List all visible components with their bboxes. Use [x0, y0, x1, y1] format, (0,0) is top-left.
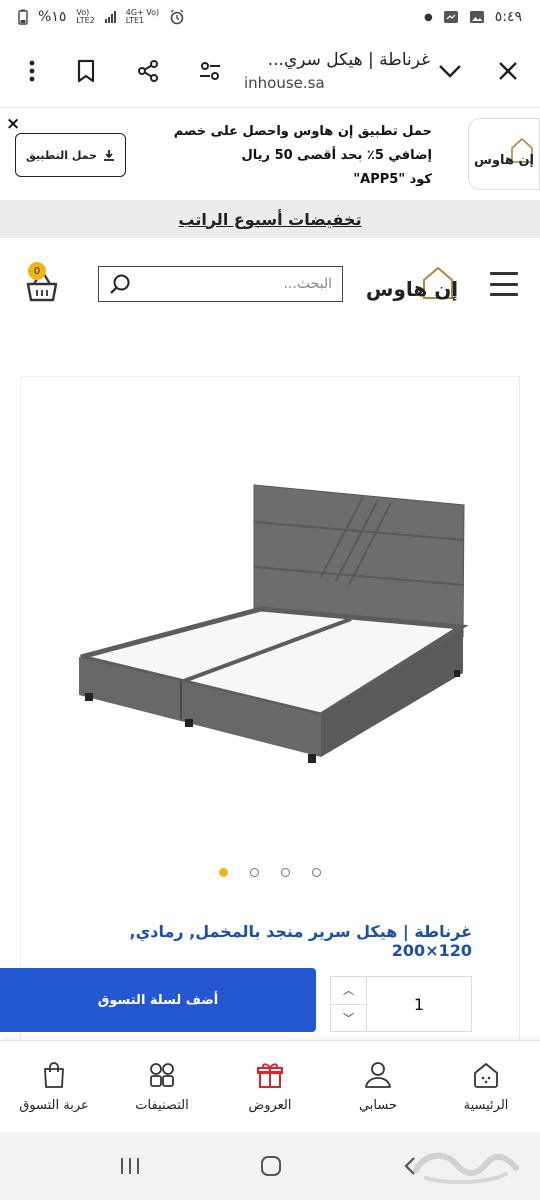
tab-offers-label: العروض [248, 1098, 292, 1113]
status-bar-right: ● ٥:٤٩ [424, 9, 522, 25]
bookmark-icon [77, 59, 95, 82]
search-box[interactable] [98, 266, 343, 302]
quantity-value[interactable]: 1 [367, 977, 471, 1031]
banner-line-1: حمل تطبيق إن هاوس واحصل على خصم [173, 124, 432, 139]
alarm-icon [170, 9, 184, 25]
site-settings-button[interactable] [190, 51, 230, 91]
address-bar[interactable]: غرناطة | هيكل سري... inhouse.sa [230, 50, 430, 92]
tab-account-label: حسابي [358, 1098, 398, 1113]
status-bar: %١٥ Vo) LTE2 4G+ Vo) LTE1 ● ٥:٤٩ [0, 0, 540, 34]
banner-line-2: إضافي 5٪ بحد أقصى 50 ريال [241, 148, 433, 163]
quantity-increment-button[interactable]: ︿ [331, 977, 366, 1005]
tab-categories[interactable]: التصنيفات [108, 1041, 216, 1132]
site-logo[interactable]: إن هاوس [360, 262, 464, 306]
grid-icon [150, 1063, 174, 1087]
home-icon [474, 1063, 498, 1088]
page: %١٥ Vo) LTE2 4G+ Vo) LTE1 ● ٥:٤٩ غرناطة | … [0, 0, 540, 1200]
tab-offers[interactable]: العروض [216, 1041, 324, 1132]
cart-button[interactable]: 0 [22, 262, 62, 306]
page-tab-title: غرناطة | هيكل سري... [267, 49, 430, 70]
chevron-down-icon [439, 64, 461, 78]
tab-home-label: الرئيسية [463, 1098, 509, 1113]
bottom-tab-bar: عربة التسوق التصنيفات العروض حسابي الرئي… [0, 1040, 540, 1132]
carousel-dot[interactable] [250, 868, 259, 877]
expand-button[interactable] [430, 51, 470, 91]
banner-line-3: كود "APP5" [353, 172, 432, 187]
bag-icon [44, 1062, 64, 1088]
sim1-label: Vo) LTE2 [76, 9, 94, 25]
recent-apps-icon[interactable] [119, 1156, 141, 1176]
clock: ٥:٤٩ [494, 9, 522, 25]
gallery-icon [469, 11, 484, 23]
carousel-dot[interactable] [219, 868, 228, 877]
more-vertical-icon [29, 60, 35, 81]
tab-home[interactable]: الرئيسية [432, 1041, 540, 1132]
share-button[interactable] [128, 51, 168, 91]
dot-icon: ● [423, 11, 433, 23]
carousel-dot[interactable] [281, 868, 290, 877]
download-app-label: حمل التطبيق [26, 148, 97, 162]
inhouse-logo-icon: إن هاوس [474, 137, 534, 168]
carousel-dot[interactable] [312, 868, 321, 877]
user-icon [365, 1062, 391, 1088]
hamburger-menu-button[interactable] [490, 272, 518, 296]
product-image[interactable] [71, 467, 471, 807]
quantity-stepper[interactable]: ︿ ﹀ 1 [330, 976, 472, 1032]
svg-text:إن هاوس: إن هاوس [474, 153, 534, 168]
menu-more-button[interactable] [12, 51, 52, 91]
share-icon [138, 59, 158, 82]
promo-banner-link[interactable]: تخفيضات أسبوع الراتب [0, 200, 540, 238]
bookmark-button[interactable] [66, 51, 106, 91]
search-icon[interactable] [109, 273, 131, 295]
svg-text:إن هاوس: إن هاوس [366, 277, 458, 301]
quantity-buttons: ︿ ﹀ [331, 977, 367, 1031]
tab-cart-label: عربة التسوق [19, 1098, 89, 1113]
download-app-button[interactable]: حمل التطبيق [15, 133, 126, 177]
tab-cart[interactable]: عربة التسوق [0, 1041, 108, 1132]
menu-line-icon [490, 272, 518, 275]
notification-icon [443, 11, 458, 23]
cart-count-badge: 0 [28, 262, 46, 280]
download-icon [103, 150, 114, 161]
url-domain: inhouse.sa [244, 73, 325, 92]
tune-icon [200, 61, 220, 80]
search-input[interactable] [131, 276, 332, 292]
quantity-decrement-button[interactable]: ﹀ [331, 1005, 366, 1032]
battery-percent: %١٥ [38, 9, 67, 25]
signal-icon [104, 11, 116, 23]
status-bar-left: %١٥ Vo) LTE2 4G+ Vo) LTE1 [18, 9, 185, 25]
sim2-label: 4G+ Vo) LTE1 [126, 9, 159, 25]
product-title: غرناطة | هيكل سرير منجد بالمخمل, رمادي, … [129, 922, 472, 960]
tab-categories-label: التصنيفات [135, 1098, 189, 1113]
app-logo: إن هاوس [468, 118, 540, 190]
close-tab-button[interactable] [488, 51, 528, 91]
sim1-bottom: LTE2 [76, 16, 95, 25]
tab-account[interactable]: حسابي [324, 1041, 432, 1132]
banner-text: حمل تطبيق إن هاوس واحصل على خصم إضافي 5٪… [172, 120, 432, 192]
browser-toolbar: غرناطة | هيكل سري... inhouse.sa [0, 34, 540, 108]
menu-line-icon [490, 293, 518, 296]
banner-close-button[interactable]: × [6, 114, 20, 134]
haraj-watermark-icon [413, 1152, 519, 1185]
site-header: 0 إن هاوس [0, 252, 540, 316]
app-download-banner: × حمل التطبيق حمل تطبيق إن هاوس واحصل عل… [0, 108, 540, 200]
close-icon [499, 61, 517, 80]
gift-icon [257, 1063, 283, 1088]
sim2-bottom: LTE1 [125, 16, 145, 25]
menu-line-icon [490, 282, 518, 286]
inhouse-logo-icon: إن هاوس [366, 266, 458, 301]
home-nav-icon[interactable] [259, 1154, 283, 1178]
battery-icon [18, 9, 28, 25]
add-to-cart-button[interactable]: أضف لسلة التسوق [0, 968, 316, 1032]
image-carousel-indicators [0, 868, 540, 877]
